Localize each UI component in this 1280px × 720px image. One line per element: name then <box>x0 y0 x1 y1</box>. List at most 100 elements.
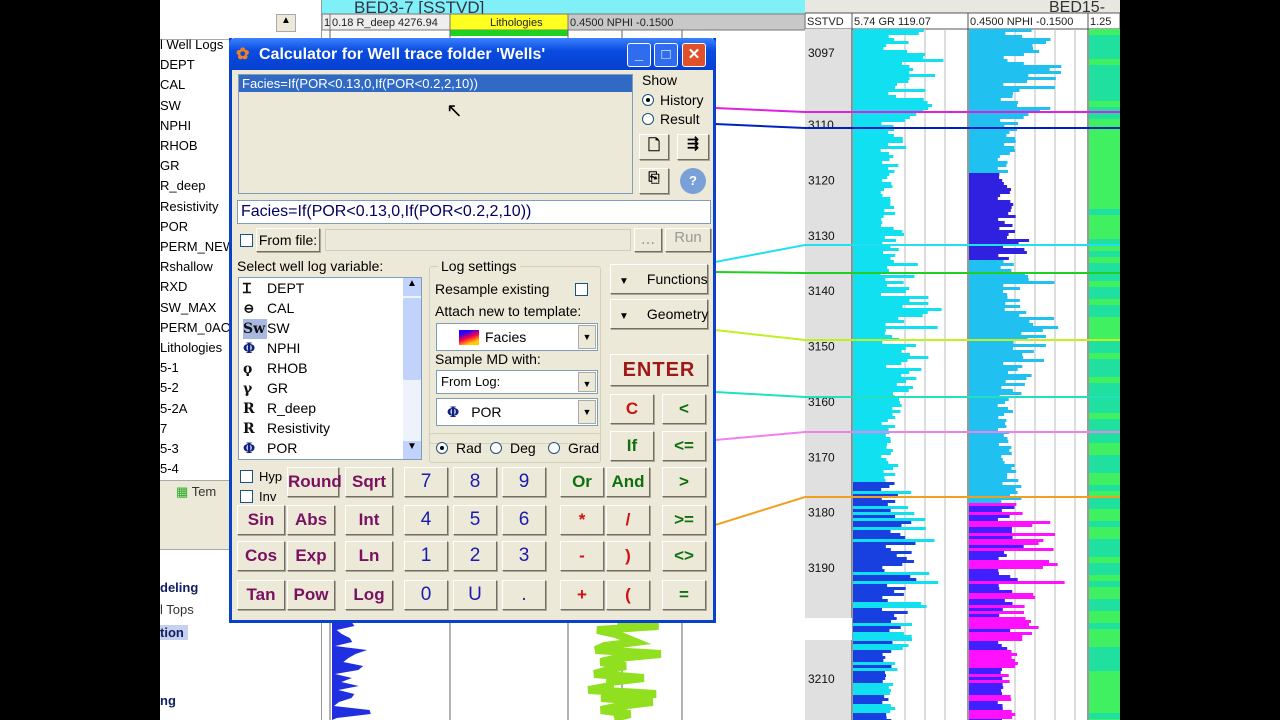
round-button[interactable]: Round <box>287 467 342 497</box>
operator-button[interactable]: = <box>662 580 706 610</box>
scroll-up-icon[interactable]: ▲ <box>403 278 421 296</box>
variable-item[interactable]: Φ POR <box>243 438 297 458</box>
angle-grad-radio[interactable] <box>548 442 560 454</box>
tree-item[interactable]: CAL <box>160 77 185 92</box>
log-button[interactable]: Log <box>345 580 393 610</box>
tree-item[interactable]: 5-4 <box>160 461 179 476</box>
functions-menu-button[interactable]: ▼ Functions <box>610 264 708 294</box>
history-item[interactable]: Facies=If(POR<0.13,0,If(POR<0.2,2,10)) <box>239 75 632 92</box>
scroll-up-icon[interactable]: ▲ <box>276 14 296 32</box>
tree-item[interactable]: 5-3 <box>160 441 179 456</box>
tree-item[interactable]: 5-2 <box>160 380 179 395</box>
pow-button[interactable]: Pow <box>287 580 335 610</box>
tree-item[interactable]: 7 <box>160 421 167 436</box>
digit-button[interactable]: U <box>453 580 497 610</box>
abs-button[interactable]: Abs <box>287 505 335 535</box>
sample-log-select[interactable]: Φ POR ▼ <box>436 398 598 426</box>
tree-item[interactable]: R_deep <box>160 178 206 193</box>
process-item[interactable]: ng <box>160 693 176 708</box>
cos-button[interactable]: Cos <box>237 541 285 571</box>
tree-item[interactable]: RXD <box>160 279 187 294</box>
tree-item[interactable]: 5-2A <box>160 401 187 416</box>
template-select[interactable]: Facies ▼ <box>436 323 598 351</box>
show-result-radio[interactable] <box>642 113 654 125</box>
digit-button[interactable]: 3 <box>502 541 546 571</box>
show-history-radio[interactable] <box>642 94 654 106</box>
tree-item[interactable]: SW <box>160 98 181 113</box>
operator-button[interactable]: - <box>560 541 604 571</box>
operator-button[interactable]: + <box>560 580 604 610</box>
title-bar[interactable]: ✿ Calculator for Well trace folder 'Well… <box>229 38 716 70</box>
from-file-input[interactable] <box>325 229 631 251</box>
angle-deg-radio[interactable] <box>490 442 502 454</box>
new-button[interactable]: 🗋 <box>639 134 669 160</box>
history-list[interactable]: Facies=If(POR<0.13,0,If(POR<0.2,2,10)) <box>238 74 633 194</box>
digit-button[interactable]: 4 <box>404 505 448 535</box>
tree-item[interactable]: PERM_NEW <box>160 239 235 254</box>
digit-button[interactable]: 7 <box>404 467 448 497</box>
from-file-checkbox[interactable] <box>240 234 253 247</box>
digit-button[interactable]: 5 <box>453 505 497 535</box>
geometry-menu-button[interactable]: ▼ Geometry <box>610 299 708 329</box>
sample-mode-select[interactable]: From Log: ▼ <box>436 370 598 394</box>
chevron-down-icon[interactable]: ▼ <box>578 325 596 349</box>
digit-button[interactable]: 9 <box>502 467 546 497</box>
tree-item[interactable]: DEPT <box>160 57 195 72</box>
operator-button[interactable]: * <box>560 505 604 535</box>
sqrt-button[interactable]: Sqrt <box>345 467 393 497</box>
operator-button[interactable]: > <box>662 467 706 497</box>
variable-item[interactable]: ϙ RHOB <box>243 358 307 378</box>
operator-button[interactable]: < <box>662 394 706 424</box>
resample-checkbox[interactable] <box>575 283 588 296</box>
operator-button[interactable]: And <box>606 467 650 497</box>
variable-item[interactable]: γ GR <box>243 378 288 398</box>
variable-item[interactable]: Ɪ DEPT <box>243 278 304 298</box>
help-button[interactable]: ? <box>680 168 706 194</box>
run-button[interactable]: Run <box>665 228 711 252</box>
digit-button[interactable]: 8 <box>453 467 497 497</box>
copy-button[interactable]: ⎘ <box>639 168 669 194</box>
tree-item[interactable]: NPHI <box>160 118 191 133</box>
enter-button[interactable]: ENTER <box>610 354 708 386</box>
tree-item[interactable]: Resistivity <box>160 199 219 214</box>
digit-button[interactable]: 1 <box>404 541 448 571</box>
tree-item[interactable]: RHOB <box>160 138 198 153</box>
variable-list[interactable]: ▲ ▼ Ɪ DEPT ⊖ CAL Sw SW Φ NPHI ϙ RHOB γ GR R R_deep R Re… <box>238 277 422 460</box>
browse-button[interactable]: ... <box>634 228 662 252</box>
variable-item[interactable]: Sw SW <box>243 318 290 339</box>
chevron-down-icon[interactable]: ▼ <box>578 400 596 424</box>
exp-button[interactable]: Exp <box>287 541 335 571</box>
angle-rad-radio[interactable] <box>436 442 448 454</box>
chevron-down-icon[interactable]: ▼ <box>578 372 596 392</box>
templates-tab[interactable]: ▦ Tem <box>176 484 216 500</box>
expression-input[interactable]: Facies=If(POR<0.13,0,If(POR<0.2,2,10)) <box>237 200 711 224</box>
operator-button[interactable]: Or <box>560 467 604 497</box>
tree-item[interactable]: Rshallow <box>160 259 213 274</box>
variable-item[interactable]: R Resistivity <box>243 418 330 438</box>
operator-button[interactable]: If <box>610 431 654 461</box>
process-item[interactable]: l Tops <box>160 602 194 617</box>
operator-button[interactable]: ) <box>606 541 650 571</box>
variable-item[interactable]: R R_deep <box>243 398 316 418</box>
process-item[interactable]: tion <box>160 625 188 640</box>
digit-button[interactable]: 2 <box>453 541 497 571</box>
digit-button[interactable]: 0 <box>404 580 448 610</box>
tree-item[interactable]: SW_MAX <box>160 300 216 315</box>
operator-button[interactable]: ( <box>606 580 650 610</box>
from-file-button[interactable]: From file: <box>256 228 320 252</box>
tree-item[interactable]: l Well Logs <box>160 37 223 52</box>
variable-list-scrollbar[interactable]: ▲ ▼ <box>403 278 421 459</box>
digit-button[interactable]: 6 <box>502 505 546 535</box>
ln-button[interactable]: Ln <box>345 541 393 571</box>
scroll-thumb[interactable] <box>403 298 421 380</box>
scroll-down-icon[interactable]: ▼ <box>403 441 421 459</box>
tree-item[interactable]: GR <box>160 158 180 173</box>
close-button[interactable]: ✕ <box>682 43 706 67</box>
inv-checkbox[interactable] <box>240 490 253 503</box>
hyp-checkbox[interactable] <box>240 470 253 483</box>
tree-item[interactable]: Lithologies <box>160 340 222 355</box>
insert-button[interactable]: ⇶ <box>677 134 709 160</box>
digit-button[interactable]: . <box>502 580 546 610</box>
tan-button[interactable]: Tan <box>237 580 285 610</box>
operator-button[interactable]: C <box>610 394 654 424</box>
